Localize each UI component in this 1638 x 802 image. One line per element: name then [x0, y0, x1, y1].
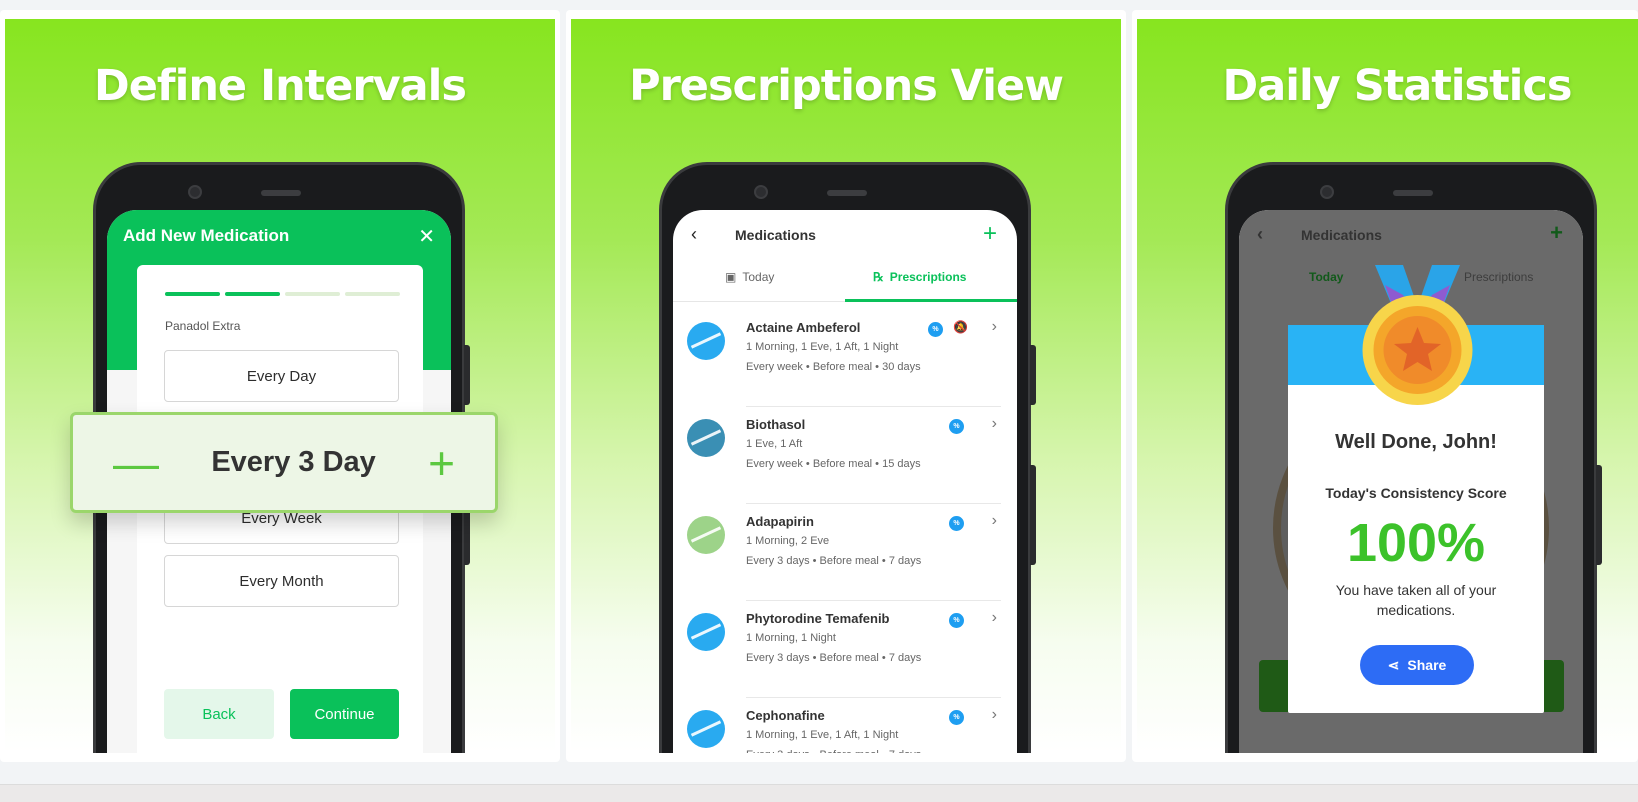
camera-icon	[1320, 185, 1334, 199]
nav-bar: ‹ Medications +	[673, 210, 1017, 260]
frequency-meta: Every week • Before meal • 15 days	[746, 458, 921, 470]
medication-name: Panadol Extra	[165, 319, 241, 333]
minus-icon[interactable]: —	[113, 440, 159, 486]
chevron-right-icon[interactable]: ›	[992, 318, 997, 336]
speaker-grille	[261, 190, 301, 196]
calendar-icon: ▣	[725, 270, 737, 284]
bell-off-icon[interactable]: 🔕	[953, 320, 968, 334]
score-label: Today's Consistency Score	[1325, 485, 1507, 501]
discount-badge-icon: %	[949, 516, 964, 531]
modal-title: Add New Medication	[123, 226, 290, 245]
speaker-grille	[1393, 190, 1433, 196]
chevron-left-icon: ‹	[1257, 224, 1263, 244]
option-every-month[interactable]: Every Month	[164, 555, 399, 607]
share-label: Share	[1407, 657, 1447, 673]
pill-icon	[687, 419, 725, 457]
dose-schedule: 1 Morning, 1 Eve, 1 Aft, 1 Night	[746, 729, 899, 741]
power-button	[464, 345, 470, 405]
discount-badge-icon: %	[949, 419, 964, 434]
power-button	[1030, 345, 1036, 405]
dose-schedule: 1 Morning, 2 Eve	[746, 535, 830, 547]
tab-prescriptions[interactable]: ℞ Prescriptions	[873, 270, 966, 284]
plus-icon[interactable]: +	[428, 440, 455, 486]
list-item[interactable]: Biothasol 1 Eve, 1 Aft Every week • Before…	[673, 407, 1017, 504]
dose-schedule: 1 Morning, 1 Eve, 1 Aft, 1 Night	[746, 341, 899, 353]
chevron-left-icon[interactable]: ‹	[691, 224, 697, 245]
discount-badge-icon: %	[949, 710, 964, 725]
chevron-right-icon[interactable]: ›	[992, 706, 997, 724]
chevron-right-icon[interactable]: ›	[992, 609, 997, 627]
pill-icon	[687, 516, 725, 554]
step-progress	[165, 292, 400, 296]
headline: Daily Statistics	[1222, 61, 1573, 111]
list-item[interactable]: Phytorodine Temafenib 1 Morning, 1 Night E…	[673, 601, 1017, 698]
frequency-meta: Every 3 days • Before meal • 7 days	[746, 555, 922, 567]
chevron-right-icon[interactable]: ›	[992, 512, 997, 530]
continue-button[interactable]: Continue	[290, 689, 399, 739]
discount-badge-icon: %	[949, 613, 964, 628]
phone-screen: ‹ Medications + ▣ Today ℞ Prescriptions …	[673, 210, 1017, 753]
rx-icon: ℞	[873, 270, 884, 284]
medal-icon	[1362, 265, 1473, 405]
tab-label: Prescriptions	[889, 270, 967, 284]
dialog-title: Well Done, John!	[1335, 431, 1497, 453]
medication-name: Biothasol	[746, 417, 806, 432]
medication-name: Phytorodine Temafenib	[746, 611, 890, 626]
headline: Define Intervals	[94, 61, 467, 111]
tab-today[interactable]: ▣ Today	[725, 270, 774, 284]
volume-button	[1030, 465, 1036, 565]
screenshot-card-define-intervals: Define Intervals Add New Medication ✕ Pa…	[0, 10, 560, 762]
medication-name: Actaine Ambeferol	[746, 320, 861, 335]
option-every-day[interactable]: Every Day	[164, 350, 399, 402]
step-indicator	[285, 292, 340, 296]
active-tab-indicator	[845, 299, 1017, 302]
pill-icon	[687, 613, 725, 651]
interval-value: Every 3 Day	[211, 446, 376, 478]
camera-icon	[188, 185, 202, 199]
step-indicator	[225, 292, 280, 296]
panel-background: Define Intervals Add New Medication ✕ Pa…	[5, 19, 555, 753]
frequency-meta: Every 3 days • Before meal • 7 days	[746, 652, 922, 664]
step-indicator	[345, 292, 400, 296]
volume-button	[1596, 465, 1602, 565]
speaker-grille	[827, 190, 867, 196]
tab-bar: ▣ Today ℞ Prescriptions	[673, 262, 1017, 302]
list-item[interactable]: Cephonafine 1 Morning, 1 Eve, 1 Aft, 1 Ni…	[673, 698, 1017, 753]
back-button[interactable]: Back	[164, 689, 274, 739]
screenshot-card-prescriptions-view: Prescriptions View ‹ Medications + ▣ Tod…	[566, 10, 1126, 762]
pill-icon	[687, 710, 725, 748]
nav-title: Medications	[1301, 227, 1382, 243]
nav-title: Medications	[735, 227, 816, 243]
list-item[interactable]: Adapapirin 1 Morning, 2 Eve Every 3 days •…	[673, 504, 1017, 601]
close-icon[interactable]: ✕	[418, 224, 435, 249]
medication-name: Cephonafine	[746, 708, 825, 723]
share-icon: ⋖	[1387, 656, 1400, 673]
bottom-band	[0, 784, 1638, 802]
plus-icon: +	[1550, 220, 1563, 245]
frequency-meta: Every week • Before meal • 30 days	[746, 361, 921, 373]
phone-frame: ‹ Medications + ▣ Today ℞ Prescriptions …	[659, 162, 1036, 753]
tab-today: Today	[1309, 270, 1344, 284]
discount-badge-icon: %	[928, 322, 943, 337]
interval-picker: — Every 3 Day +	[70, 412, 498, 513]
step-indicator	[165, 292, 220, 296]
pill-icon	[687, 322, 725, 360]
list-item[interactable]: Actaine Ambeferol 1 Morning, 1 Eve, 1 Aft…	[673, 310, 1017, 407]
dialog-message: You have taken all of your medications.	[1335, 582, 1497, 618]
headline: Prescriptions View	[629, 61, 1064, 111]
panel-background: Prescriptions View ‹ Medications + ▣ Tod…	[571, 19, 1121, 753]
plus-icon[interactable]: +	[983, 220, 997, 248]
tab-label: Today	[742, 270, 775, 284]
camera-icon	[754, 185, 768, 199]
share-button[interactable]: ⋖ Share	[1360, 645, 1474, 685]
medication-name: Adapapirin	[746, 514, 814, 529]
dose-schedule: 1 Eve, 1 Aft	[746, 438, 803, 450]
score-value: 100%	[1346, 513, 1486, 573]
frequency-meta: Every 3 days • Before meal • 7 days	[746, 749, 921, 753]
dose-schedule: 1 Morning, 1 Night	[746, 632, 836, 644]
chevron-right-icon[interactable]: ›	[992, 415, 997, 433]
